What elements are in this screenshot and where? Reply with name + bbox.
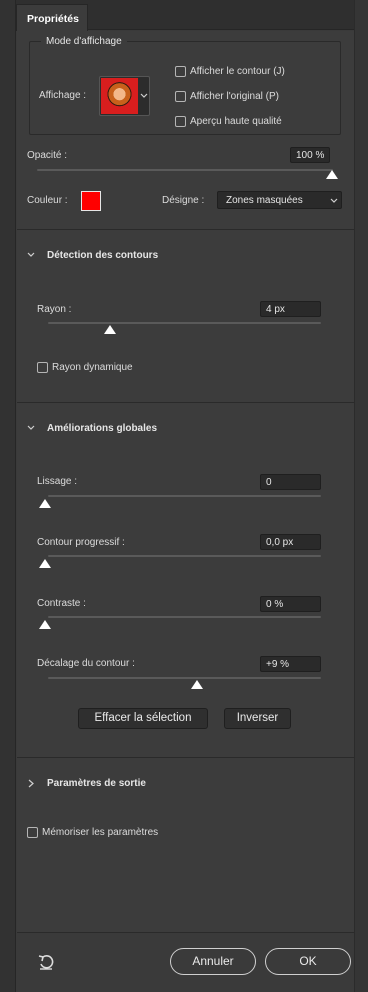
smooth-input[interactable]: 0	[260, 474, 321, 490]
output-settings-title[interactable]: Paramètres de sortie	[47, 778, 146, 789]
divider	[17, 229, 354, 230]
opacity-slider-handle[interactable]	[326, 170, 338, 179]
display-mode-legend: Mode d'affichage	[41, 36, 127, 47]
smooth-slider-handle[interactable]	[39, 499, 51, 508]
radius-label: Rayon :	[37, 304, 72, 315]
cancel-button[interactable]: Annuler	[170, 948, 256, 975]
color-swatch[interactable]	[81, 191, 101, 211]
radius-input[interactable]: 4 px	[260, 301, 321, 317]
invert-button[interactable]: Inverser	[224, 708, 291, 729]
feather-slider-handle[interactable]	[39, 559, 51, 568]
smart-radius-label: Rayon dynamique	[52, 362, 133, 373]
shift-edge-slider-track[interactable]	[48, 677, 321, 679]
properties-panel	[17, 31, 354, 992]
designate-select[interactable]: Zones masquées	[217, 191, 342, 209]
radius-slider-handle[interactable]	[104, 325, 116, 334]
smart-radius-checkbox[interactable]	[37, 362, 48, 373]
ok-button[interactable]: OK	[265, 948, 351, 975]
contrast-label: Contraste :	[37, 598, 86, 609]
edge-detection-title[interactable]: Détection des contours	[47, 250, 158, 261]
show-original-label: Afficher l'original (P)	[190, 91, 279, 102]
reset-icon[interactable]	[37, 953, 55, 971]
contrast-input[interactable]: 0 %	[260, 596, 321, 612]
left-dock-strip	[0, 0, 16, 992]
high-quality-label: Aperçu haute qualité	[190, 116, 282, 127]
right-scroll-strip[interactable]	[354, 0, 368, 992]
shift-edge-slider-handle[interactable]	[191, 680, 203, 689]
divider	[17, 757, 354, 758]
chevron-down-icon[interactable]	[27, 252, 35, 258]
contrast-slider-handle[interactable]	[39, 620, 51, 629]
chevron-right-icon[interactable]	[28, 779, 34, 788]
show-edge-label: Afficher le contour (J)	[190, 66, 285, 77]
divider	[17, 402, 354, 403]
show-edge-checkbox[interactable]	[175, 66, 186, 77]
chevron-down-icon	[330, 198, 338, 203]
shift-edge-label: Décalage du contour :	[37, 658, 135, 669]
chevron-down-icon[interactable]	[140, 93, 148, 99]
clear-selection-button[interactable]: Effacer la sélection	[78, 708, 208, 729]
smooth-label: Lissage :	[37, 476, 78, 487]
show-original-checkbox[interactable]	[175, 91, 186, 102]
contrast-slider-track[interactable]	[48, 616, 321, 618]
remember-settings-checkbox[interactable]	[27, 827, 38, 838]
tab-properties[interactable]: Propriétés	[16, 4, 88, 31]
designate-value: Zones masquées	[226, 195, 303, 206]
high-quality-checkbox[interactable]	[175, 116, 186, 127]
feather-input[interactable]: 0,0 px	[260, 534, 321, 550]
view-mode-thumbnail	[101, 78, 138, 114]
radius-slider-track[interactable]	[48, 322, 321, 324]
smooth-slider-track[interactable]	[48, 495, 321, 497]
feather-slider-track[interactable]	[48, 555, 321, 557]
color-label: Couleur :	[27, 195, 68, 206]
opacity-label: Opacité :	[27, 150, 68, 161]
designate-label: Désigne :	[162, 195, 205, 206]
opacity-input[interactable]: 100 %	[290, 147, 330, 163]
global-refinements-title[interactable]: Améliorations globales	[47, 423, 157, 434]
feather-label: Contour progressif :	[37, 537, 125, 548]
chevron-down-icon[interactable]	[27, 425, 35, 431]
remember-settings-label: Mémoriser les paramètres	[42, 827, 159, 838]
opacity-slider-track[interactable]	[37, 169, 333, 171]
shift-edge-input[interactable]: +9 %	[260, 656, 321, 672]
view-label: Affichage :	[39, 90, 87, 101]
